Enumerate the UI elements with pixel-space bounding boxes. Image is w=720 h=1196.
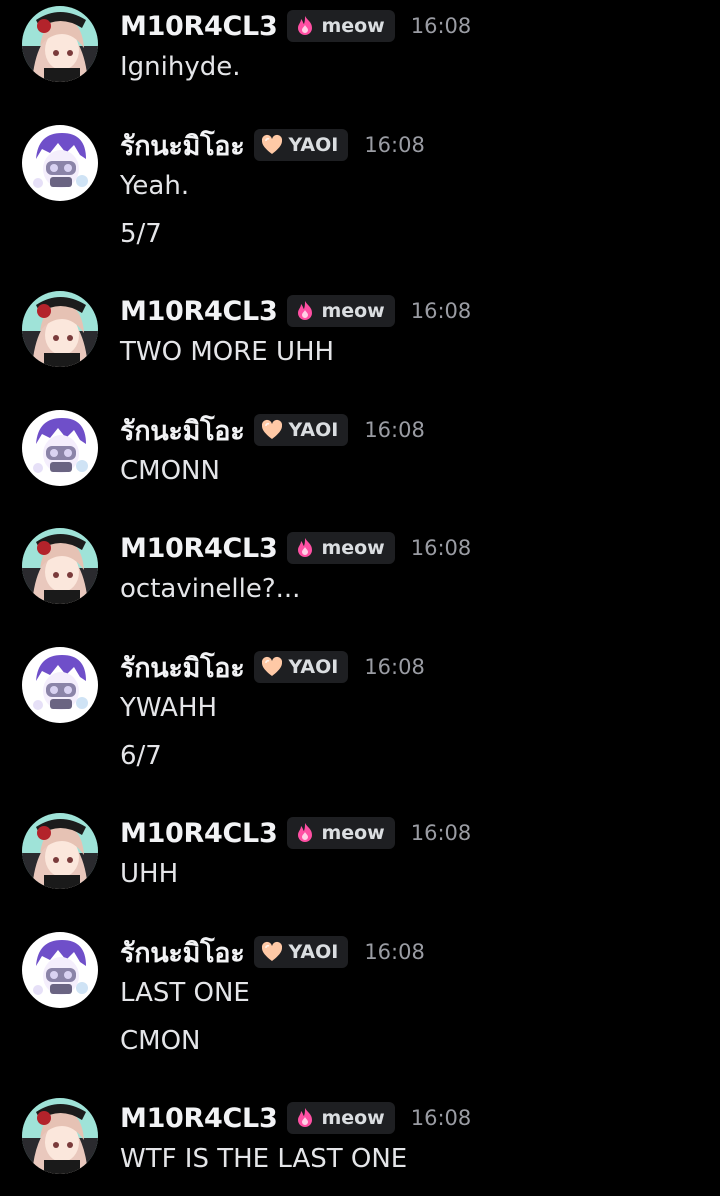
- avatar-image-m10r4cl3: [22, 1098, 98, 1174]
- server-tag-label: YAOI: [288, 419, 339, 441]
- avatar-rakna-mio[interactable]: [22, 932, 98, 1008]
- server-tag[interactable]: meow: [287, 532, 395, 564]
- server-tag[interactable]: meow: [287, 817, 395, 849]
- server-tag-label: YAOI: [288, 941, 339, 963]
- peach-heart-icon: [260, 655, 284, 679]
- timestamp: 16:08: [410, 299, 472, 323]
- peach-heart-icon: [260, 418, 284, 442]
- timestamp: 16:08: [364, 655, 425, 679]
- timestamp: 16:08: [410, 1106, 472, 1130]
- server-tag[interactable]: YAOI: [254, 651, 349, 683]
- timestamp: 16:08: [364, 940, 425, 964]
- avatar-m10r4cl3[interactable]: [22, 528, 98, 604]
- server-tag-label: YAOI: [288, 134, 339, 156]
- message-text[interactable]: LAST ONE: [120, 978, 250, 1008]
- peach-heart-icon: [260, 133, 284, 157]
- message-header: รักนะมิโอะ YAOI 16:08: [120, 410, 425, 450]
- server-tag[interactable]: meow: [287, 295, 395, 327]
- pink-flame-icon: [293, 14, 317, 38]
- message-header: M10R4CL3 meow 16:08: [120, 528, 471, 568]
- username[interactable]: M10R4CL3: [120, 11, 278, 42]
- username[interactable]: รักนะมิโอะ: [120, 124, 245, 167]
- server-tag-label: meow: [321, 15, 385, 37]
- username[interactable]: รักนะมิโอะ: [120, 931, 245, 974]
- avatar-image-m10r4cl3: [22, 6, 98, 82]
- message-text[interactable]: UHH: [120, 859, 178, 889]
- server-tag-label: meow: [321, 537, 385, 559]
- server-tag-label: YAOI: [288, 656, 339, 678]
- message-text[interactable]: CMONN: [120, 456, 220, 486]
- pink-flame-icon: [293, 299, 317, 323]
- message-header: รักนะมิโอะ YAOI 16:08: [120, 125, 425, 165]
- avatar-image-rakna-mio: [22, 647, 98, 723]
- message-header: M10R4CL3 meow 16:08: [120, 1098, 471, 1138]
- username[interactable]: รักนะมิโอะ: [120, 646, 245, 689]
- timestamp: 16:08: [410, 821, 472, 845]
- pink-flame-icon: [293, 821, 317, 845]
- message-text[interactable]: TWO MORE UHH: [120, 337, 334, 367]
- chat-message-list[interactable]: M10R4CL3 meow 16:08 Ignihyde. รักนะมิโอะ…: [0, 0, 720, 1196]
- server-tag-label: meow: [321, 300, 385, 322]
- message-header: M10R4CL3 meow 16:08: [120, 291, 471, 331]
- avatar-image-rakna-mio: [22, 932, 98, 1008]
- message-header: M10R4CL3 meow 16:08: [120, 813, 471, 853]
- avatar-m10r4cl3[interactable]: [22, 813, 98, 889]
- timestamp: 16:08: [410, 14, 472, 38]
- message-header: M10R4CL3 meow 16:08: [120, 6, 471, 46]
- username[interactable]: M10R4CL3: [120, 1103, 278, 1134]
- server-tag-label: meow: [321, 822, 385, 844]
- avatar-image-m10r4cl3: [22, 291, 98, 367]
- message-text[interactable]: octavinelle?...: [120, 574, 300, 604]
- server-tag[interactable]: YAOI: [254, 129, 349, 161]
- server-tag[interactable]: meow: [287, 1102, 395, 1134]
- avatar-rakna-mio[interactable]: [22, 647, 98, 723]
- avatar-m10r4cl3[interactable]: [22, 1098, 98, 1174]
- avatar-image-rakna-mio: [22, 125, 98, 201]
- server-tag[interactable]: YAOI: [254, 936, 349, 968]
- username[interactable]: M10R4CL3: [120, 296, 278, 327]
- timestamp: 16:08: [364, 418, 425, 442]
- message-text[interactable]: 6/7: [120, 741, 162, 771]
- pink-flame-icon: [293, 1106, 317, 1130]
- timestamp: 16:08: [364, 133, 425, 157]
- peach-heart-icon: [260, 940, 284, 964]
- message-text[interactable]: WTF IS THE LAST ONE: [120, 1144, 407, 1174]
- timestamp: 16:08: [410, 536, 472, 560]
- message-text[interactable]: Ignihyde.: [120, 52, 241, 82]
- message-text[interactable]: YWAHH: [120, 693, 217, 723]
- message-text[interactable]: Yeah.: [120, 171, 189, 201]
- avatar-m10r4cl3[interactable]: [22, 6, 98, 82]
- avatar-image-rakna-mio: [22, 410, 98, 486]
- username[interactable]: M10R4CL3: [120, 533, 278, 564]
- username[interactable]: M10R4CL3: [120, 818, 278, 849]
- message-text[interactable]: CMON: [120, 1026, 201, 1056]
- pink-flame-icon: [293, 536, 317, 560]
- avatar-image-m10r4cl3: [22, 528, 98, 604]
- server-tag[interactable]: YAOI: [254, 414, 349, 446]
- message-header: รักนะมิโอะ YAOI 16:08: [120, 647, 425, 687]
- avatar-image-m10r4cl3: [22, 813, 98, 889]
- server-tag[interactable]: meow: [287, 10, 395, 42]
- message-header: รักนะมิโอะ YAOI 16:08: [120, 932, 425, 972]
- avatar-rakna-mio[interactable]: [22, 125, 98, 201]
- server-tag-label: meow: [321, 1107, 385, 1129]
- avatar-m10r4cl3[interactable]: [22, 291, 98, 367]
- avatar-rakna-mio[interactable]: [22, 410, 98, 486]
- username[interactable]: รักนะมิโอะ: [120, 409, 245, 452]
- message-text[interactable]: 5/7: [120, 219, 162, 249]
